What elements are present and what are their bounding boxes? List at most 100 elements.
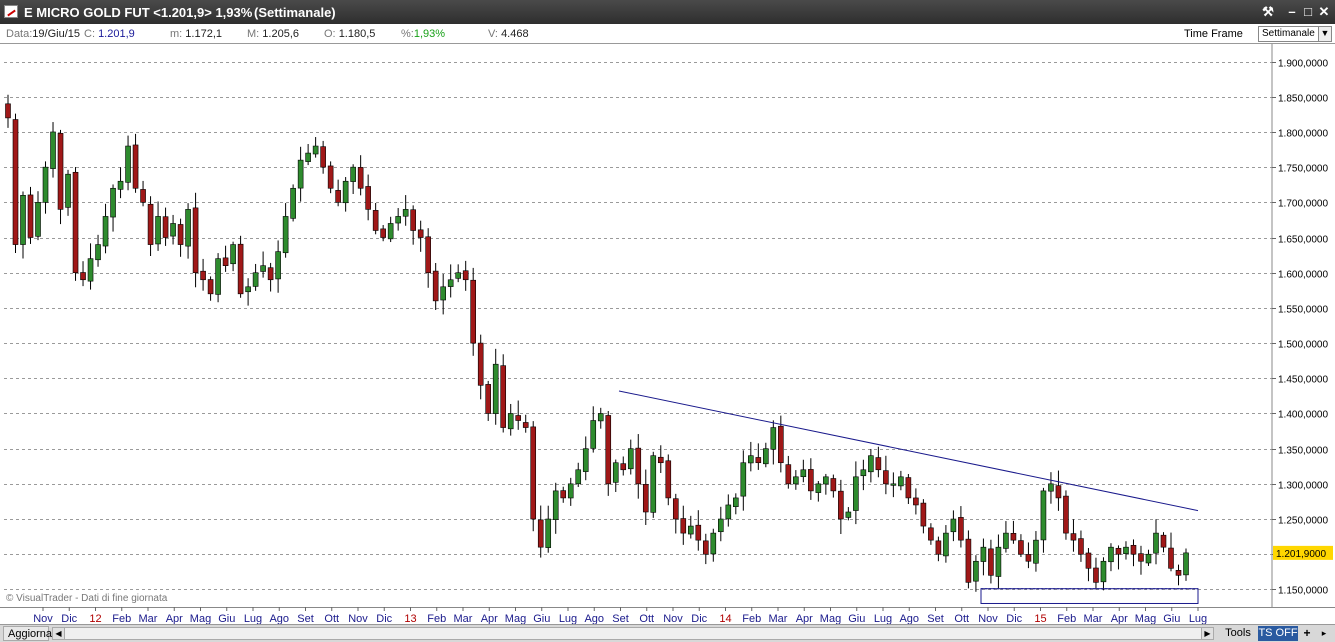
candle-body [50,131,56,169]
candle [860,459,867,491]
candle-body [687,525,694,535]
tools-button[interactable]: Tools [1220,626,1256,641]
candle [12,113,19,253]
close-icon[interactable]: ✕ [1316,4,1332,20]
candle [402,195,409,226]
candle-body [140,189,146,203]
candle [1175,564,1182,586]
candle-body [1160,534,1167,548]
candle [875,446,882,478]
candle-body [748,455,754,464]
add-button[interactable]: + [1300,626,1314,641]
candle-body [1130,544,1137,555]
candle [1100,557,1107,591]
candle [500,354,507,433]
candle-body [635,447,642,485]
candle [1183,548,1189,581]
candle [642,469,649,525]
candle [973,555,979,592]
grid-lines [4,62,1272,590]
candle-body [147,203,154,245]
candle [507,403,514,436]
tools-icon[interactable]: ⚒ [1260,4,1276,20]
x-tick-label: 12 [89,613,101,624]
candle [350,164,356,194]
candle [282,203,289,258]
dropdown-arrow-icon[interactable]: ▼ [1318,27,1331,41]
candle [95,234,101,267]
y-tick-label: 1.750,0000 [1278,164,1328,175]
title-bar: E MICRO GOLD FUT <1.201,9> 1,93% (Settim… [0,0,1335,24]
candle-body [425,236,431,274]
scroll-left-icon[interactable]: ◀ [53,628,65,639]
candle [35,191,41,241]
candle-body [1025,554,1032,562]
minimize-icon[interactable]: – [1284,4,1300,20]
candle-body [537,519,544,548]
candle-body [72,171,79,274]
candle-body [597,413,604,422]
refresh-button[interactable]: Aggiorna [3,626,52,641]
x-tick-label: Ott [639,613,654,624]
candle [170,214,176,245]
y-tick-label: 1.700,0000 [1278,199,1328,210]
candle [545,505,552,553]
candle [1115,545,1122,570]
maximize-icon[interactable]: □ [1300,4,1316,20]
timeframe-select[interactable]: Settimanale ▼ [1258,26,1332,42]
max-field: M: 1.205,6 [247,28,299,40]
candle-body [80,272,86,281]
y-axis: 1.150,00001.200,00001.250,00001.300,0000… [1271,44,1333,607]
y-tick-label: 1.450,0000 [1278,375,1328,386]
candle-body [237,243,244,295]
candle [1168,532,1174,572]
candle-body [12,119,19,245]
candle-body [1085,552,1092,569]
candle [57,129,64,225]
candle-body [1093,567,1099,583]
more-icon[interactable]: ▸ [1316,626,1332,641]
candle-body [342,180,349,204]
candle-body [973,560,979,582]
price-chart[interactable]: 1.150,00001.200,00001.250,00001.300,0000… [0,44,1335,624]
candle [140,180,146,207]
candle [612,459,619,492]
candle-body [1108,546,1114,563]
candle-body [1175,570,1182,576]
info-bar: Data:19/Giu/15 C: 1.201,9 m: 1.172,1 M: … [0,24,1335,44]
candle-body [710,532,717,555]
candle-body [567,483,574,499]
x-tick-label: Nov [663,613,683,624]
candle [995,534,1002,589]
horizontal-scrollbar[interactable]: ◀ ▶ [52,627,1214,640]
candle-body [1040,490,1047,541]
candle-body [905,477,912,499]
candle [230,241,236,272]
candle-body [387,223,394,240]
candle-body [763,448,769,465]
ts-off-button[interactable]: TS OFF [1258,626,1298,641]
x-tick-label: Lug [244,613,262,624]
candle [740,450,747,511]
candle [477,334,484,400]
x-tick-label: Dic [1006,613,1022,624]
window-title: E MICRO GOLD FUT <1.201,9> 1,93% [24,5,253,20]
candle-body [470,279,476,344]
candle [155,201,161,251]
candle-body [560,490,567,499]
chart-area[interactable]: 1.150,00001.200,00001.250,00001.300,0000… [0,44,1335,624]
candle-body [612,462,619,483]
candle [770,420,777,465]
candle-body [680,518,687,534]
candle [635,434,642,499]
candle [80,261,86,287]
candle [1138,545,1144,575]
x-tick-label: Giu [218,613,235,624]
candle [898,470,904,491]
candle [597,407,604,429]
scroll-right-icon[interactable]: ▶ [1201,628,1213,639]
candle-body [252,272,259,287]
candle [50,122,56,178]
candle [943,525,949,563]
candle [672,493,679,534]
